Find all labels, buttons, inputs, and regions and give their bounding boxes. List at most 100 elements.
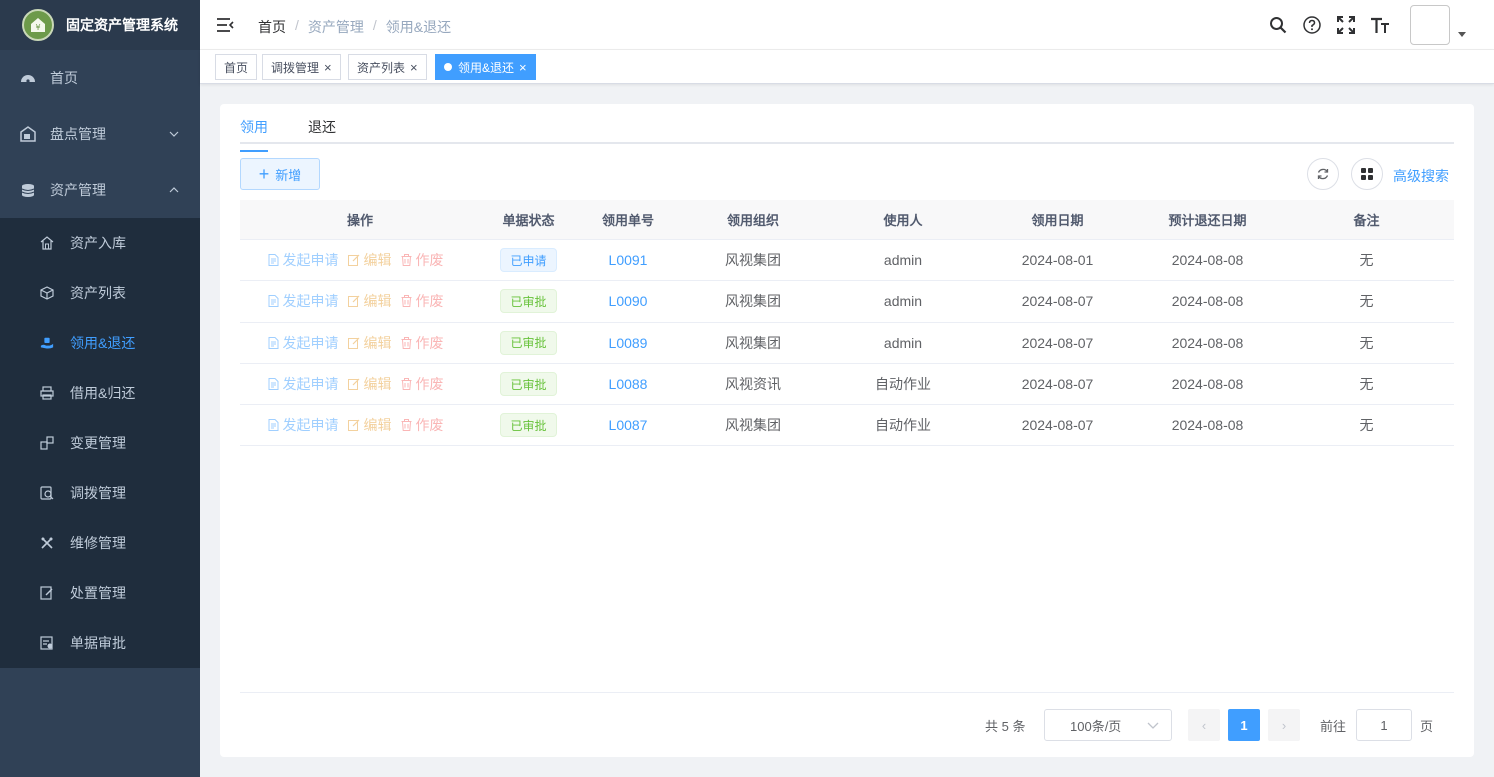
add-button[interactable]: + 新增	[240, 158, 320, 190]
tag-transfer-management[interactable]: 调拨管理 ×	[262, 54, 341, 80]
sidebar-item-asset-inbound[interactable]: 资产入库	[0, 218, 200, 268]
column-header: 使用人	[883, 213, 923, 228]
user-cell: 自动作业	[875, 417, 931, 434]
sidebar-item-requisition-return[interactable]: 领用&退还	[0, 318, 200, 368]
page-size-select[interactable]: 100条/页	[1044, 709, 1172, 741]
void-label: 作废	[415, 293, 444, 310]
order-no-link[interactable]: L0087	[609, 417, 648, 433]
order-no-link[interactable]: L0090	[609, 293, 648, 309]
sidebar-item-borrow-return[interactable]: 借用&归还	[0, 368, 200, 418]
columns-button[interactable]	[1351, 158, 1383, 190]
edit-action[interactable]: 编辑	[347, 250, 392, 270]
sidebar-item-label: 单据审批	[70, 635, 126, 651]
close-icon[interactable]: ×	[410, 60, 418, 75]
sidebar-item-label: 调拨管理	[70, 485, 126, 501]
status-badge: 已审批	[500, 330, 557, 355]
edit-label: 编辑	[363, 334, 392, 351]
sidebar-item-inventory[interactable]: 盘点管理	[0, 106, 200, 162]
breadcrumb-asset-management[interactable]: 资产管理	[308, 17, 364, 37]
edit-action[interactable]: 编辑	[347, 333, 392, 353]
tag-home[interactable]: 首页	[215, 54, 258, 80]
sidebar-item-asset-list[interactable]: 资产列表	[0, 268, 200, 318]
edit-action[interactable]: 编辑	[347, 415, 392, 435]
void-action[interactable]: 作废	[401, 374, 444, 394]
tab-return[interactable]: 退还	[308, 117, 336, 137]
user-cell: admin	[883, 252, 923, 269]
breadcrumb: 首页 / 资产管理 / 领用&退还	[258, 17, 451, 37]
font-size-icon[interactable]	[1370, 15, 1390, 35]
menu-fold-icon[interactable]	[216, 16, 234, 34]
sidebar-item-asset-management[interactable]: 资产管理	[0, 162, 200, 218]
prev-page-button[interactable]: ‹	[1188, 709, 1220, 741]
goto-page-input[interactable]: 1	[1356, 709, 1412, 741]
order-no-cell: L0087	[577, 405, 679, 445]
order-no-link[interactable]: L0088	[609, 376, 648, 392]
tag-requisition-return[interactable]: 领用&退还 ×	[435, 54, 536, 80]
advanced-search-link[interactable]: 高级搜索	[1393, 166, 1449, 186]
apply-action[interactable]: 发起申请	[268, 415, 339, 435]
column-header: 领用组织	[726, 213, 779, 228]
column-header: 备注	[1353, 213, 1380, 228]
apply-action[interactable]: 发起申请	[268, 333, 339, 353]
tab-requisition[interactable]: 领用	[240, 117, 268, 152]
user-cell: admin	[883, 334, 923, 351]
apply-action[interactable]: 发起申请	[268, 291, 339, 311]
order-no-link[interactable]: L0089	[609, 335, 648, 351]
status-cell: 已审批	[480, 281, 577, 321]
status-cell: 已申请	[480, 240, 577, 280]
sidebar-item-transfer-management[interactable]: 调拨管理	[0, 468, 200, 518]
order-no-cell: L0089	[577, 323, 679, 363]
close-icon[interactable]: ×	[324, 60, 332, 75]
status-cell: 已审批	[480, 364, 577, 404]
tools-icon	[40, 536, 54, 550]
asset-submenu: 资产入库 资产列表 领用&退还 借用&归还 变更管理 调拨管理 维修管理 处置管…	[0, 218, 200, 668]
refresh-button[interactable]	[1307, 158, 1339, 190]
sidebar-item-label: 处置管理	[70, 585, 126, 601]
void-action[interactable]: 作废	[401, 291, 444, 311]
home-icon	[40, 236, 54, 250]
page-number-current[interactable]: 1	[1228, 709, 1260, 741]
apply-action[interactable]: 发起申请	[268, 250, 339, 270]
return-date-cell: 2024-08-08	[1171, 417, 1244, 434]
sidebar-item-repair-management[interactable]: 维修管理	[0, 518, 200, 568]
delete-icon	[401, 295, 412, 308]
org-cell: 风视集团	[725, 417, 781, 434]
breadcrumb-home[interactable]: 首页	[258, 17, 286, 37]
breadcrumb-separator: /	[295, 17, 299, 33]
edit-action[interactable]: 编辑	[347, 291, 392, 311]
cube-icon	[40, 286, 54, 300]
sidebar-item-document-approval[interactable]: 单据审批	[0, 618, 200, 668]
sidebar-item-disposal-management[interactable]: 处置管理	[0, 568, 200, 618]
void-action[interactable]: 作废	[401, 333, 444, 353]
inventory-icon	[20, 126, 36, 142]
edit-icon	[347, 419, 360, 432]
table-body: 发起申请 编辑 作废 已申请 L0091 风视集团 admin 2024-08-01 2024-…	[240, 240, 1454, 447]
help-icon[interactable]	[1302, 15, 1322, 35]
chevron-up-icon	[169, 187, 179, 193]
void-action[interactable]: 作废	[401, 250, 444, 270]
sidebar-item-label: 变更管理	[70, 435, 126, 451]
column-header: 操作	[346, 213, 373, 228]
hand-give-icon	[40, 336, 54, 350]
fullscreen-icon[interactable]	[1336, 15, 1356, 35]
column-header: 预计退还日期	[1168, 213, 1247, 228]
tag-asset-list[interactable]: 资产列表 ×	[348, 54, 427, 80]
printer-icon	[40, 386, 54, 400]
caret-down-icon[interactable]	[1458, 31, 1466, 37]
close-icon[interactable]: ×	[519, 60, 527, 75]
goto-suffix: 页	[1420, 718, 1434, 734]
void-action[interactable]: 作废	[401, 415, 444, 435]
sidebar-item-change-management[interactable]: 变更管理	[0, 418, 200, 468]
apply-action[interactable]: 发起申请	[268, 374, 339, 394]
next-page-button[interactable]: ›	[1268, 709, 1300, 741]
edit-label: 编辑	[363, 376, 392, 393]
delete-icon	[401, 336, 412, 349]
org-cell: 风视集团	[725, 252, 781, 269]
edit-label: 编辑	[363, 417, 392, 434]
table-row: 发起申请 编辑 作废 已审批 L0089 风视集团 admin 2024-08-07 2024-…	[240, 323, 1454, 364]
avatar[interactable]	[1410, 5, 1450, 45]
search-icon[interactable]	[1268, 15, 1288, 35]
edit-action[interactable]: 编辑	[347, 374, 392, 394]
sidebar-item-home[interactable]: 首页	[0, 50, 200, 106]
order-no-link[interactable]: L0091	[609, 252, 648, 268]
